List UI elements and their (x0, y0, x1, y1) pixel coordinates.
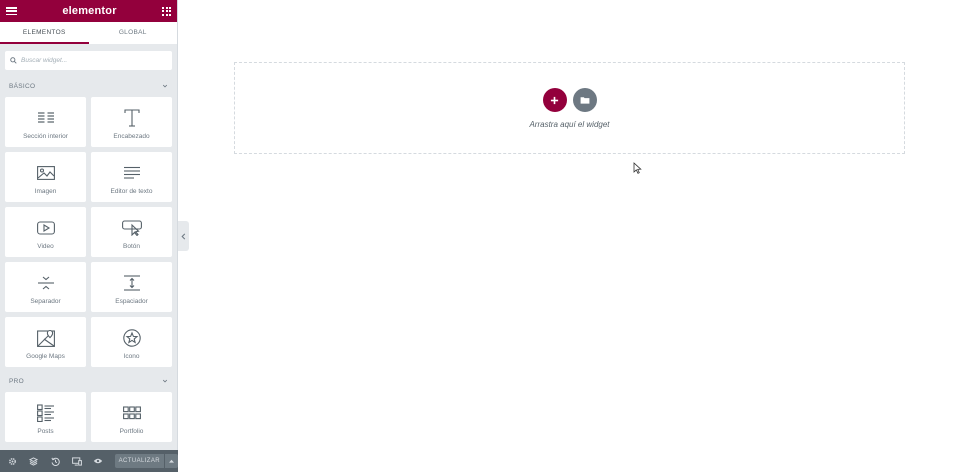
widget-video[interactable]: Video (5, 207, 86, 257)
panel-tabs: ELEMENTOS GLOBAL (0, 22, 177, 44)
panel-header: elementor (0, 0, 177, 22)
preview-icon[interactable] (90, 453, 105, 469)
pro-widgets-grid: Posts Portfolio (0, 392, 177, 442)
tab-elements[interactable]: ELEMENTOS (0, 22, 89, 44)
chevron-down-icon (162, 379, 168, 383)
widget-button[interactable]: Botón (91, 207, 172, 257)
update-group: ACTUALIZAR (114, 454, 178, 468)
update-options-button[interactable] (163, 454, 178, 468)
portfolio-icon (122, 406, 141, 420)
widget-label: Editor de texto (110, 188, 153, 195)
google-maps-icon (36, 329, 55, 347)
widget-google-maps[interactable]: Google Maps (5, 317, 86, 367)
dropzone-buttons (542, 88, 597, 112)
empty-section-dropzone[interactable]: Arrastra aquí el widget (234, 62, 905, 154)
inner-section-icon (37, 112, 54, 123)
widget-inner-section[interactable]: Sección interior (5, 97, 86, 147)
button-icon (121, 220, 142, 236)
widget-label: Imagen (34, 188, 57, 195)
widgets-grid-icon[interactable] (162, 6, 171, 16)
editor-app: elementor ELEMENTOS GLOBAL BÁSICO (0, 0, 960, 472)
widget-label: Botón (123, 243, 140, 250)
widget-spacer[interactable]: Espaciador (91, 262, 172, 312)
menu-icon[interactable] (6, 7, 17, 15)
widget-label: Video (37, 243, 54, 250)
widget-label: Separador (30, 298, 61, 305)
add-template-button[interactable] (572, 88, 597, 112)
update-button[interactable]: ACTUALIZAR (114, 454, 164, 468)
star-icon (122, 329, 141, 347)
caret-up-icon (168, 459, 174, 463)
folder-icon (580, 97, 589, 104)
panel-footer: ACTUALIZAR (0, 450, 178, 472)
image-icon (36, 166, 55, 180)
category-pro-header[interactable]: PRO (0, 370, 177, 392)
navigator-icon[interactable] (26, 453, 41, 469)
search-input[interactable] (21, 57, 161, 64)
widget-text-editor[interactable]: Editor de texto (91, 152, 172, 202)
tab-global[interactable]: GLOBAL (89, 22, 178, 44)
widget-label: Encabezado (113, 133, 150, 140)
widget-label: Espaciador (115, 298, 148, 305)
video-icon (36, 221, 55, 235)
elements-panel: elementor ELEMENTOS GLOBAL BÁSICO (0, 0, 178, 472)
category-title: BÁSICO (9, 82, 36, 90)
mouse-pointer-icon (633, 162, 642, 174)
plus-icon (550, 96, 559, 104)
widget-heading[interactable]: Encabezado (91, 97, 172, 147)
panel-collapse-handle[interactable] (178, 221, 189, 251)
widget-posts[interactable]: Posts (5, 392, 86, 442)
dropzone-text: Arrastra aquí el widget (529, 120, 610, 129)
category-title: PRO (9, 377, 24, 385)
brand-logo: elementor (62, 5, 117, 17)
responsive-icon[interactable] (69, 453, 84, 469)
widget-portfolio[interactable]: Portfolio (91, 392, 172, 442)
add-section-button[interactable] (542, 88, 567, 112)
widget-label: Icono (123, 353, 140, 360)
divider-icon (37, 276, 54, 290)
basic-widgets-grid: Sección interior Encabezado Imagen Edito… (0, 97, 177, 367)
text-editor-icon (123, 166, 140, 179)
widget-divider[interactable]: Separador (5, 262, 86, 312)
category-basic-header[interactable]: BÁSICO (0, 75, 177, 97)
chevron-left-icon (181, 233, 186, 239)
history-icon[interactable] (48, 453, 63, 469)
search-icon (10, 57, 17, 64)
search-box (5, 51, 172, 70)
chevron-down-icon (162, 84, 168, 88)
posts-icon (36, 404, 54, 422)
widget-label: Sección interior (23, 133, 68, 140)
widget-label: Posts (37, 428, 54, 435)
widget-label: Google Maps (26, 353, 65, 360)
spacer-icon (123, 275, 140, 291)
widget-image[interactable]: Imagen (5, 152, 86, 202)
widget-icon[interactable]: Icono (91, 317, 172, 367)
widget-label: Portfolio (119, 428, 144, 435)
heading-icon (123, 109, 140, 127)
settings-icon[interactable] (5, 453, 20, 469)
